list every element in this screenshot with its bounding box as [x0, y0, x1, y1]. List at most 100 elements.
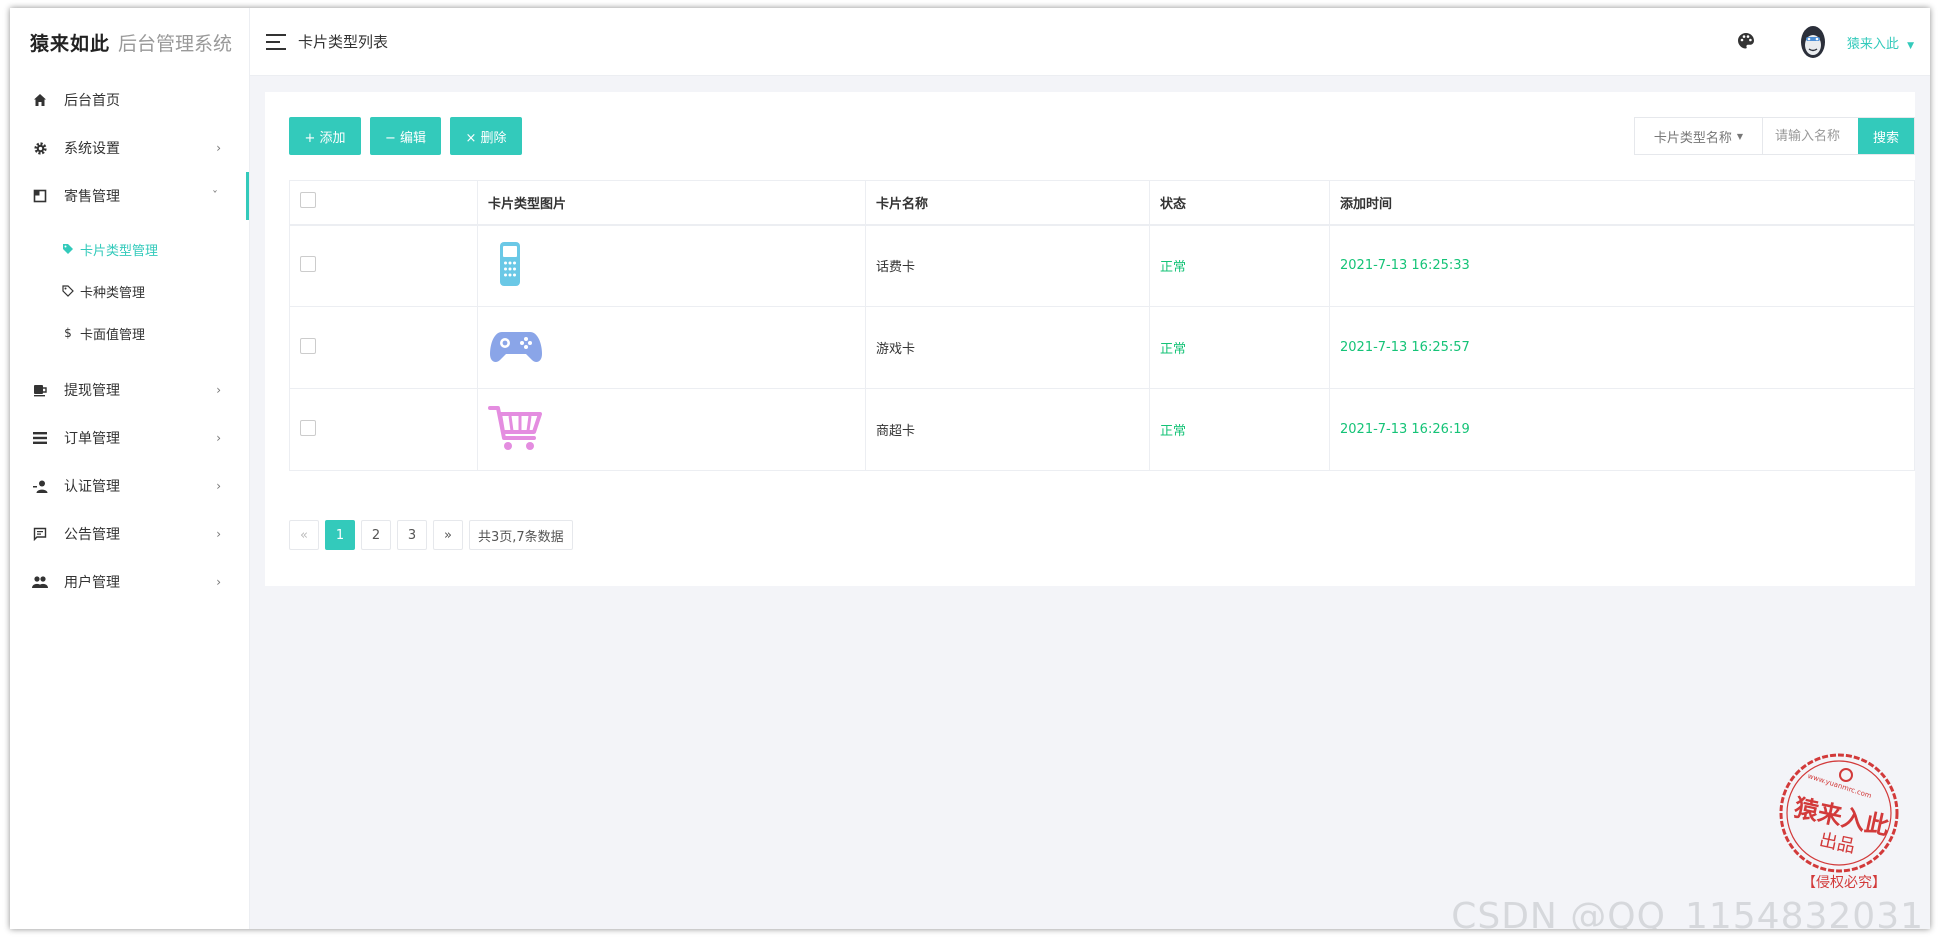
row-image-cell [477, 224, 866, 307]
brand-name: 猿来如此 [30, 32, 111, 55]
brand-system: 后台管理系统 [118, 32, 233, 55]
row-name-cell: 游戏卡 [865, 306, 1150, 389]
withdraw-icon [30, 380, 50, 400]
seal-subtext: 出品 [1817, 830, 1857, 858]
sidebar-item-notice[interactable]: 公告管理 › [10, 510, 249, 558]
sidebar-subitem-face-value[interactable]: $ 卡面值管理 [10, 312, 249, 354]
sidebar-subitem-label: 卡面值管理 [80, 327, 146, 343]
pagination-next[interactable]: » [433, 520, 463, 550]
caret-down-icon: ▼ [1736, 131, 1744, 141]
add-button[interactable]: + 添加 [289, 117, 361, 155]
pagination-summary: 共3页,7条数据 [469, 520, 573, 550]
user-name: 猿来入此 [1846, 36, 1899, 52]
row-time-cell: 2021-7-13 16:25:33 [1329, 224, 1915, 307]
page-title: 卡片类型列表 [298, 33, 389, 51]
sidebar-item-orders[interactable]: 订单管理 › [10, 414, 249, 462]
chevron-right-icon: › [216, 527, 221, 541]
list-icon [30, 428, 50, 448]
delete-button[interactable]: × 删除 [450, 117, 522, 155]
consign-icon [30, 186, 50, 206]
chevron-right-icon: › [216, 431, 221, 445]
row-checkbox[interactable] [300, 419, 316, 436]
sidebar-item-withdraw[interactable]: 提现管理 › [10, 366, 249, 414]
toolbar: + 添加 − 编辑 × 删除 [289, 117, 522, 155]
table-row[interactable]: 话费卡 正常 2021-7-13 16:25:33 [289, 224, 1915, 307]
chevron-right-icon: › [216, 383, 221, 397]
content-card: + 添加 − 编辑 × 删除 卡片类型名称 ▼ 搜索 卡片类型图片 卡片名称 状… [265, 92, 1915, 586]
table-header-row: 卡片类型图片 卡片名称 状态 添加时间 [289, 180, 1915, 226]
row-name-cell: 话费卡 [865, 224, 1150, 307]
chevron-right-icon: › [216, 575, 221, 589]
seal-watermark: www.yuanmrc.com 猿来入此 出品 【侵权必究】 [1764, 743, 1914, 893]
sidebar-item-users[interactable]: 用户管理 › [10, 558, 249, 606]
row-select-cell [289, 306, 478, 389]
app-window: 猿来如此 后台管理系统 后台首页 系统设置 › 寄售管理 ˇ 卡片类型管理 卡种… [10, 8, 1930, 929]
sidebar-item-settings[interactable]: 系统设置 › [10, 124, 249, 172]
row-status-cell: 正常 [1149, 224, 1330, 307]
edit-button[interactable]: − 编辑 [370, 117, 441, 155]
pagination-page-2[interactable]: 2 [361, 520, 391, 550]
row-image-cell [477, 388, 866, 471]
caret-down-icon: ▼ [1907, 40, 1914, 51]
phone-icon [488, 241, 532, 292]
cart-icon [488, 405, 544, 456]
sidebar-item-label: 认证管理 [64, 479, 120, 495]
pagination-page-1[interactable]: 1 [325, 520, 355, 550]
sidebar-item-label: 系统设置 [64, 141, 120, 157]
sidebar-item-label: 后台首页 [64, 93, 120, 109]
search-bar: 卡片类型名称 ▼ 搜索 [1634, 117, 1915, 155]
user-check-icon [30, 476, 50, 496]
sidebar-subitem-card-kind[interactable]: 卡种类管理 [10, 270, 249, 312]
tag-icon [60, 243, 76, 255]
column-header-name: 卡片名称 [865, 180, 1150, 226]
sidebar-item-home[interactable]: 后台首页 [10, 76, 249, 124]
message-icon [30, 524, 50, 544]
pagination: « 1 2 3 » 共3页,7条数据 [289, 520, 573, 550]
sidebar-item-label: 提现管理 [64, 383, 120, 399]
chevron-right-icon: › [216, 141, 221, 155]
header-actions: 猿来入此 ▼ [1737, 8, 1914, 76]
avatar[interactable] [1797, 22, 1829, 62]
brand-logo[interactable]: 猿来如此 后台管理系统 [10, 8, 249, 76]
sidebar-subitem-label: 卡片类型管理 [80, 243, 159, 259]
table-row[interactable]: 商超卡 正常 2021-7-13 16:26:19 [289, 388, 1915, 471]
sidebar-item-label: 用户管理 [64, 575, 120, 591]
column-header-status: 状态 [1149, 180, 1330, 226]
select-all-checkbox[interactable] [300, 192, 316, 209]
row-time-cell: 2021-7-13 16:26:19 [1329, 388, 1915, 471]
row-status-cell: 正常 [1149, 306, 1330, 389]
select-all-cell [289, 180, 478, 226]
search-input[interactable] [1763, 118, 1858, 154]
palette-icon[interactable] [1737, 32, 1757, 52]
menu-toggle-icon[interactable] [266, 33, 286, 50]
row-checkbox[interactable] [300, 337, 316, 354]
column-header-time: 添加时间 [1329, 180, 1915, 226]
pagination-page-3[interactable]: 3 [397, 520, 427, 550]
row-checkbox[interactable] [300, 255, 316, 272]
search-field-label: 卡片类型名称 [1653, 130, 1732, 146]
search-field-select[interactable]: 卡片类型名称 ▼ [1635, 118, 1763, 154]
table-row[interactable]: 游戏卡 正常 2021-7-13 16:25:57 [289, 306, 1915, 389]
pagination-prev[interactable]: « [289, 520, 319, 550]
seal-bottom-text: 【侵权必究】 [1802, 874, 1886, 891]
search-button[interactable]: 搜索 [1858, 118, 1914, 154]
user-menu[interactable]: 猿来入此 ▼ [1847, 33, 1914, 52]
sidebar-item-auth[interactable]: 认证管理 › [10, 462, 249, 510]
sidebar-subitem-label: 卡种类管理 [80, 285, 146, 301]
sidebar-item-consign[interactable]: 寄售管理 ˇ [10, 172, 249, 220]
submenu-consign: 卡片类型管理 卡种类管理 $ 卡面值管理 [10, 220, 249, 366]
row-time-cell: 2021-7-13 16:25:57 [1329, 306, 1915, 389]
sidebar-item-label: 公告管理 [64, 527, 120, 543]
card-type-table: 卡片类型图片 卡片名称 状态 添加时间 话费卡 正常 2021-7-13 16:… [289, 180, 1915, 471]
sidebar-item-label: 订单管理 [64, 431, 120, 447]
chevron-right-icon: › [216, 479, 221, 493]
sidebar-subitem-card-type[interactable]: 卡片类型管理 [10, 228, 249, 270]
gamepad-icon [488, 331, 544, 372]
column-header-image: 卡片类型图片 [477, 180, 866, 226]
dollar-icon: $ [64, 326, 72, 340]
row-status-cell: 正常 [1149, 388, 1330, 471]
gear-icon [30, 138, 50, 158]
sidebar: 猿来如此 后台管理系统 后台首页 系统设置 › 寄售管理 ˇ 卡片类型管理 卡种… [10, 8, 250, 929]
row-name-cell: 商超卡 [865, 388, 1150, 471]
chevron-down-icon: ˇ [212, 189, 218, 203]
